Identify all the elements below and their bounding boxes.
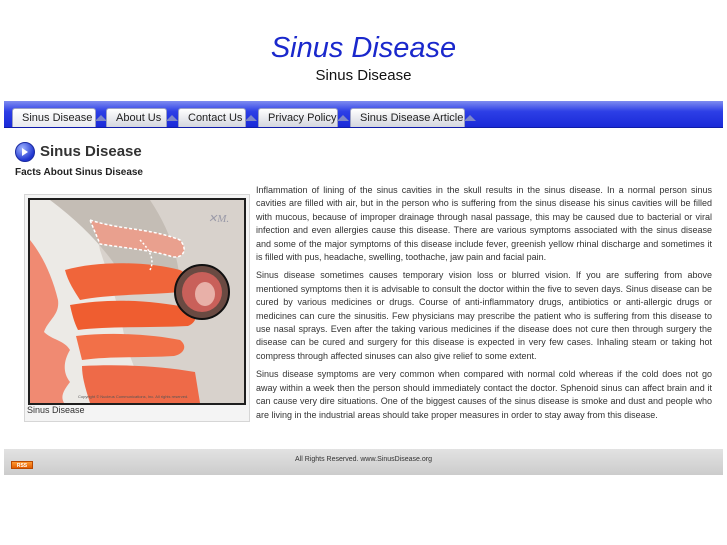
article-paragraph: Sinus disease sometimes causes temporary… [256, 270, 712, 361]
nav-tab-privacy-policy[interactable]: Privacy Policy [258, 108, 338, 127]
tab-corner-icon [245, 115, 257, 121]
site-header: Sinus Disease Sinus Disease [0, 0, 727, 100]
nav-tab-contact-us[interactable]: Contact Us [178, 108, 246, 127]
copyright-text: All Rights Reserved. www.SinusDisease.or… [295, 456, 432, 463]
image-watermark: Copyright © Nucleus Communications, Inc.… [78, 394, 188, 399]
sinus-cross-section-icon: ✕M. Copyright © Nucleus Communications, … [30, 200, 244, 403]
article-paragraph: Sinus disease symptoms are very common w… [256, 369, 712, 420]
figure-caption: Sinus Disease [27, 405, 85, 415]
site-subtitle: Sinus Disease [315, 67, 412, 84]
svg-text:✕M.: ✕M. [208, 213, 229, 225]
nav-tab-sinus-disease-article[interactable]: Sinus Disease Article [350, 108, 465, 127]
tab-corner-icon [464, 115, 476, 121]
tab-corner-icon [337, 115, 349, 121]
article-paragraph: Inflammation of lining of the sinus cavi… [256, 185, 712, 263]
tab-corner-icon [166, 115, 178, 121]
nav-tab-about-us[interactable]: About Us [106, 108, 167, 127]
article-body: Inflammation of lining of the sinus cavi… [256, 184, 712, 427]
site-footer: RSS All Rights Reserved. www.SinusDiseas… [4, 449, 723, 475]
arrow-circle-icon [15, 142, 35, 162]
page-title: Sinus Disease [40, 143, 142, 160]
section-subtitle: Facts About Sinus Disease [15, 167, 143, 178]
nav-tab-sinus-disease[interactable]: Sinus Disease [12, 108, 96, 127]
nav-bar: Sinus Disease About Us Contact Us Privac… [4, 101, 723, 128]
sinus-illustration-image: ✕M. Copyright © Nucleus Communications, … [28, 198, 246, 405]
illustration-figure: ✕M. Copyright © Nucleus Communications, … [24, 194, 250, 422]
site-title-link[interactable]: Sinus Disease [0, 30, 727, 66]
